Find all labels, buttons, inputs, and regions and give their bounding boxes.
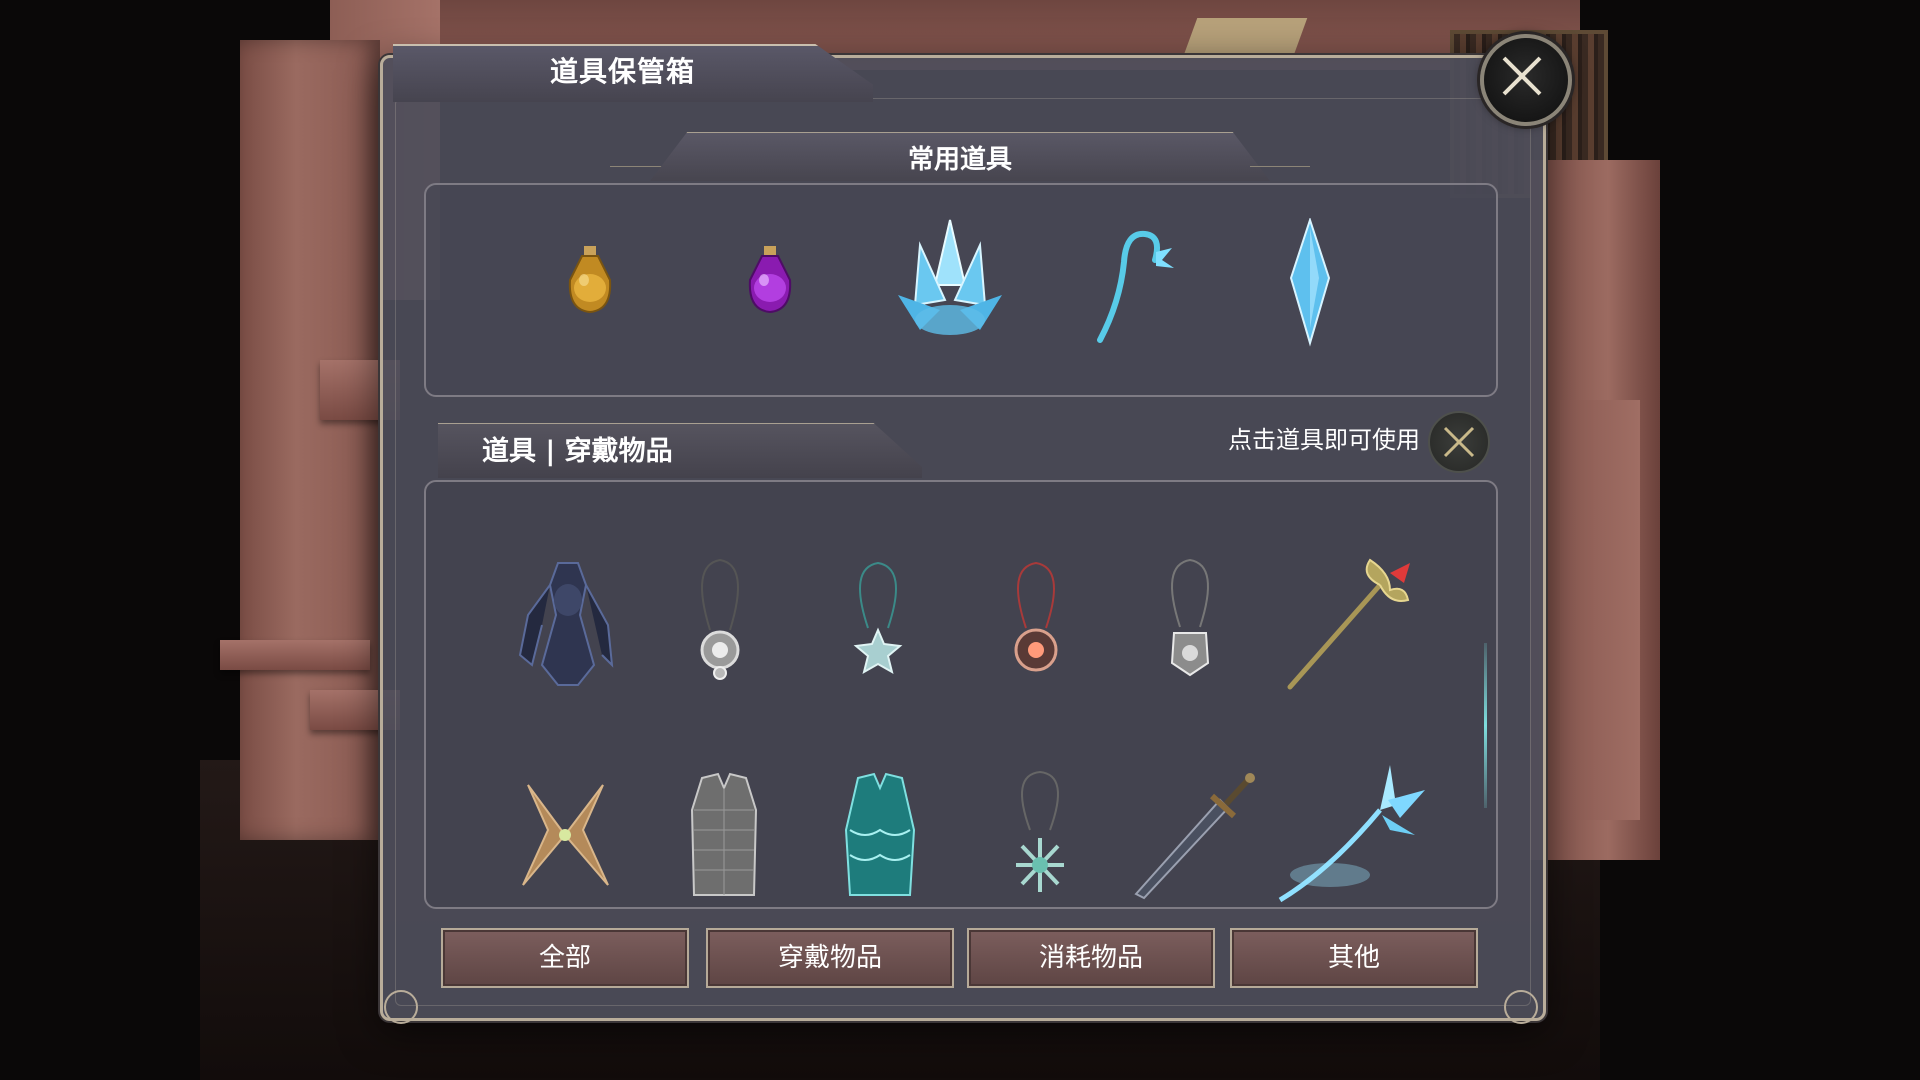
paper-scroll	[1182, 18, 1308, 58]
purple-potion-icon[interactable]	[740, 240, 800, 320]
star-amulet-icon[interactable]	[838, 558, 918, 678]
amber-potion-icon[interactable]	[560, 240, 620, 320]
left-shelf-1	[220, 640, 370, 670]
snowflake-amulet-icon[interactable]	[1000, 770, 1080, 900]
silver-amulet-icon[interactable]	[680, 555, 760, 685]
golden-staff-icon[interactable]	[1280, 555, 1420, 695]
sun-amulet-icon[interactable]	[996, 558, 1076, 678]
leaf-wings-icon[interactable]	[518, 775, 613, 895]
usage-hint: 点击道具即可使用	[1228, 426, 1420, 454]
dark-armor-icon[interactable]	[508, 555, 628, 695]
tab-consumable[interactable]: 消耗物品	[967, 928, 1215, 988]
tab-wearable[interactable]: 穿戴物品	[706, 928, 954, 988]
shield-amulet-icon[interactable]	[1150, 555, 1230, 685]
tab-other[interactable]: 其他	[1230, 928, 1478, 988]
teal-scale-vest-icon[interactable]	[840, 770, 920, 900]
steel-sword-icon[interactable]	[1130, 770, 1260, 900]
frequent-header: 常用道具	[907, 145, 1012, 175]
close-button[interactable]	[1480, 34, 1572, 126]
ice-shard-icon[interactable]	[1285, 216, 1335, 348]
tab-all[interactable]: 全部	[441, 928, 689, 988]
close-x-icon	[1502, 56, 1542, 96]
window-title: 道具保管箱	[550, 55, 696, 88]
right-pillar	[1560, 400, 1640, 820]
chainmail-vest-icon[interactable]	[684, 770, 764, 900]
corner-ornament	[384, 990, 418, 1024]
inventory-tab-label[interactable]: 道具 | 穿戴物品	[482, 432, 782, 472]
ice-hook-staff-icon[interactable]	[1090, 222, 1180, 352]
ice-crystal-cluster-icon[interactable]	[890, 215, 1010, 345]
inventory-scrollbar[interactable]	[1484, 643, 1487, 808]
ice-wing-staff-icon[interactable]	[1270, 760, 1430, 910]
corner-ornament	[1504, 990, 1538, 1024]
crossed-swords-icon[interactable]	[1428, 411, 1490, 473]
